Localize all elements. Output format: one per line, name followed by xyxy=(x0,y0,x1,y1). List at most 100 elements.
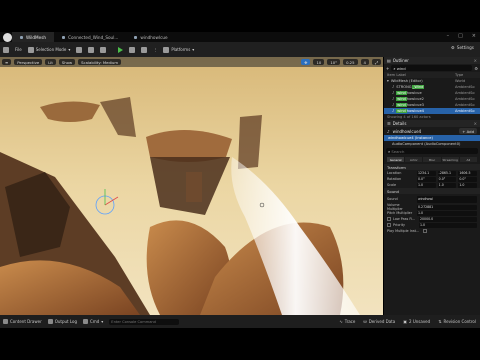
play-multiple-label: Play Multiple Inst... xyxy=(387,229,420,233)
settings-icon[interactable]: ⚙ xyxy=(474,66,478,71)
close-icon[interactable]: × xyxy=(472,33,476,39)
location-z-field[interactable]: 1606.5 xyxy=(458,170,478,176)
maximize-viewport-button[interactable]: ⤢ xyxy=(371,59,381,65)
details-title: Details xyxy=(392,121,407,126)
maximize-icon[interactable]: □ xyxy=(458,33,463,39)
priority-field[interactable]: 1.0 xyxy=(419,222,477,228)
category-tab[interactable]: All xyxy=(459,157,478,162)
details-search-input[interactable]: ⌕ Search xyxy=(386,148,478,154)
category-tab[interactable]: Actor xyxy=(405,157,423,162)
minimize-icon[interactable]: – xyxy=(447,33,450,39)
platforms-label: Platforms xyxy=(171,47,191,52)
row-type: AmbientSo xyxy=(455,97,475,101)
low-pass-checkbox[interactable] xyxy=(387,217,391,221)
scalability-warning[interactable]: Scalability: Medium xyxy=(78,59,122,65)
close-icon[interactable]: × xyxy=(474,58,477,63)
col-item-label[interactable]: Item Label xyxy=(387,73,406,77)
search-highlight: _Wind xyxy=(411,85,425,89)
step-button[interactable] xyxy=(126,45,138,54)
transform-header-label: Transform xyxy=(387,164,406,170)
sound-asset-picker[interactable]: windhowl xyxy=(417,195,477,203)
scale-snap-toggle[interactable]: 0.25 xyxy=(343,59,358,65)
volume-property: Volume Multiplier 0.272881 xyxy=(384,203,480,211)
scale-x-field[interactable]: 1.0 xyxy=(417,182,436,188)
main-toolbar: File Selection Mode ▾ ⋮ Platforms ▾ ⚙ Se… xyxy=(0,42,480,57)
content-drawer-button[interactable]: Content Drawer xyxy=(3,319,42,324)
priority-checkbox[interactable] xyxy=(387,223,391,227)
stop-button[interactable] xyxy=(138,45,150,54)
settings-dropdown[interactable]: ⚙ Settings xyxy=(451,45,474,50)
selection-mode-dropdown[interactable]: Selection Mode ▾ xyxy=(25,45,74,54)
selection-mode-label: Selection Mode xyxy=(35,47,67,52)
show-dropdown[interactable]: Show xyxy=(58,59,76,65)
row-label: windhowlcue xyxy=(396,91,422,95)
scale-y-field[interactable]: 1.0 xyxy=(437,182,457,188)
scale-z-field[interactable]: 1.0 xyxy=(458,182,478,188)
perspective-dropdown[interactable]: Perspective xyxy=(14,59,43,65)
play-options-button[interactable]: ⋮ xyxy=(150,45,160,54)
play-icon xyxy=(118,46,124,53)
add-component-button[interactable]: + Add xyxy=(459,128,477,134)
add-filter-icon[interactable]: + xyxy=(386,66,389,71)
output-log-button[interactable]: Output Log xyxy=(47,319,77,324)
location-x-field[interactable]: 1234.1 xyxy=(417,170,436,176)
rotation-x-field[interactable]: 0.0° xyxy=(417,176,436,182)
unsaved-button[interactable]: ▣ 2 Unsaved xyxy=(403,319,430,324)
category-tab[interactable]: General xyxy=(387,157,405,162)
rotation-y-field[interactable]: 0.0° xyxy=(437,176,457,182)
add-actor-button[interactable] xyxy=(73,45,85,54)
volume-field[interactable]: 0.272881 xyxy=(417,204,477,210)
file-menu-label: File xyxy=(15,47,22,52)
cinematics-button[interactable] xyxy=(97,45,109,54)
platforms-dropdown[interactable]: Platforms ▾ xyxy=(160,45,197,54)
tab-wildmesh[interactable]: WildMesh xyxy=(12,32,55,42)
console-placeholder: Enter Console Command xyxy=(111,319,156,324)
scale-snap-label: 0.25 xyxy=(346,59,355,65)
close-icon[interactable]: × xyxy=(474,121,477,126)
col-type-label[interactable]: Type xyxy=(455,73,477,77)
actor-name[interactable]: windhowlcue4 xyxy=(393,129,422,134)
save-icon: ▣ xyxy=(403,319,407,324)
tab-windhowlcue[interactable]: windhowlcue xyxy=(126,32,175,42)
unreal-logo-icon[interactable] xyxy=(3,32,12,42)
scene-render[interactable] xyxy=(0,57,383,315)
play-button[interactable] xyxy=(115,45,126,54)
category-tab[interactable]: Streaming xyxy=(441,157,459,162)
row-label-prefix: STRONG xyxy=(396,85,412,89)
console-command-input[interactable]: Enter Console Command xyxy=(109,318,180,325)
outliner-search-input[interactable]: ⌕ wind xyxy=(391,65,473,71)
row-label-suffix: howlcue4 xyxy=(406,109,424,113)
step-icon xyxy=(129,46,136,53)
transform-mode-toggle[interactable]: ✥ xyxy=(301,59,311,65)
viewport-menu-button[interactable]: ≡ xyxy=(2,59,12,65)
pitch-label: Pitch Multiplier xyxy=(387,211,413,215)
derived-data-icon: ⛁ xyxy=(363,319,367,324)
pitch-field[interactable]: 1.0 xyxy=(417,210,477,216)
rotation-snap-toggle[interactable]: 10° xyxy=(327,59,341,65)
play-multiple-checkbox[interactable] xyxy=(423,229,427,233)
revision-control-button[interactable]: ⇅ Revision Control xyxy=(438,319,476,324)
rotation-z-field[interactable]: 0.0° xyxy=(458,176,478,182)
save-button[interactable] xyxy=(0,45,12,54)
blueprint-button[interactable] xyxy=(85,45,97,54)
row-type: AmbientSo xyxy=(455,109,475,113)
derived-data-button[interactable]: ⛁ Derived Data xyxy=(363,319,395,324)
camera-speed-button[interactable]: 4 xyxy=(360,59,369,65)
location-y-field[interactable]: -2865.1 xyxy=(437,170,457,176)
grid-snap-toggle[interactable]: 10 xyxy=(313,59,325,65)
row-label-suffix: howlcue2 xyxy=(406,97,424,101)
file-menu[interactable]: File xyxy=(12,45,25,54)
category-tab[interactable]: Misc xyxy=(423,157,441,162)
viewport-toolbar: ≡ Perspective Lit Show Scalability: Medi… xyxy=(0,57,383,67)
trace-button[interactable]: ∿ Trace xyxy=(339,319,355,324)
level-viewport[interactable]: ≡ Perspective Lit Show Scalability: Medi… xyxy=(0,57,383,315)
tab-connected-wind-soul[interactable]: Connected_Wind_Soul... xyxy=(54,32,126,42)
view-mode-dropdown[interactable]: Lit xyxy=(45,59,56,65)
location-label: Location xyxy=(387,171,402,175)
platforms-icon xyxy=(163,46,170,53)
revision-control-icon: ⇅ xyxy=(438,319,442,324)
cmd-dropdown[interactable]: Cmd ▾ xyxy=(83,319,103,324)
row-label: STRONG_Wind xyxy=(396,85,425,89)
trace-icon: ∿ xyxy=(339,319,343,324)
low-pass-field[interactable]: 20000.0 xyxy=(419,216,477,222)
